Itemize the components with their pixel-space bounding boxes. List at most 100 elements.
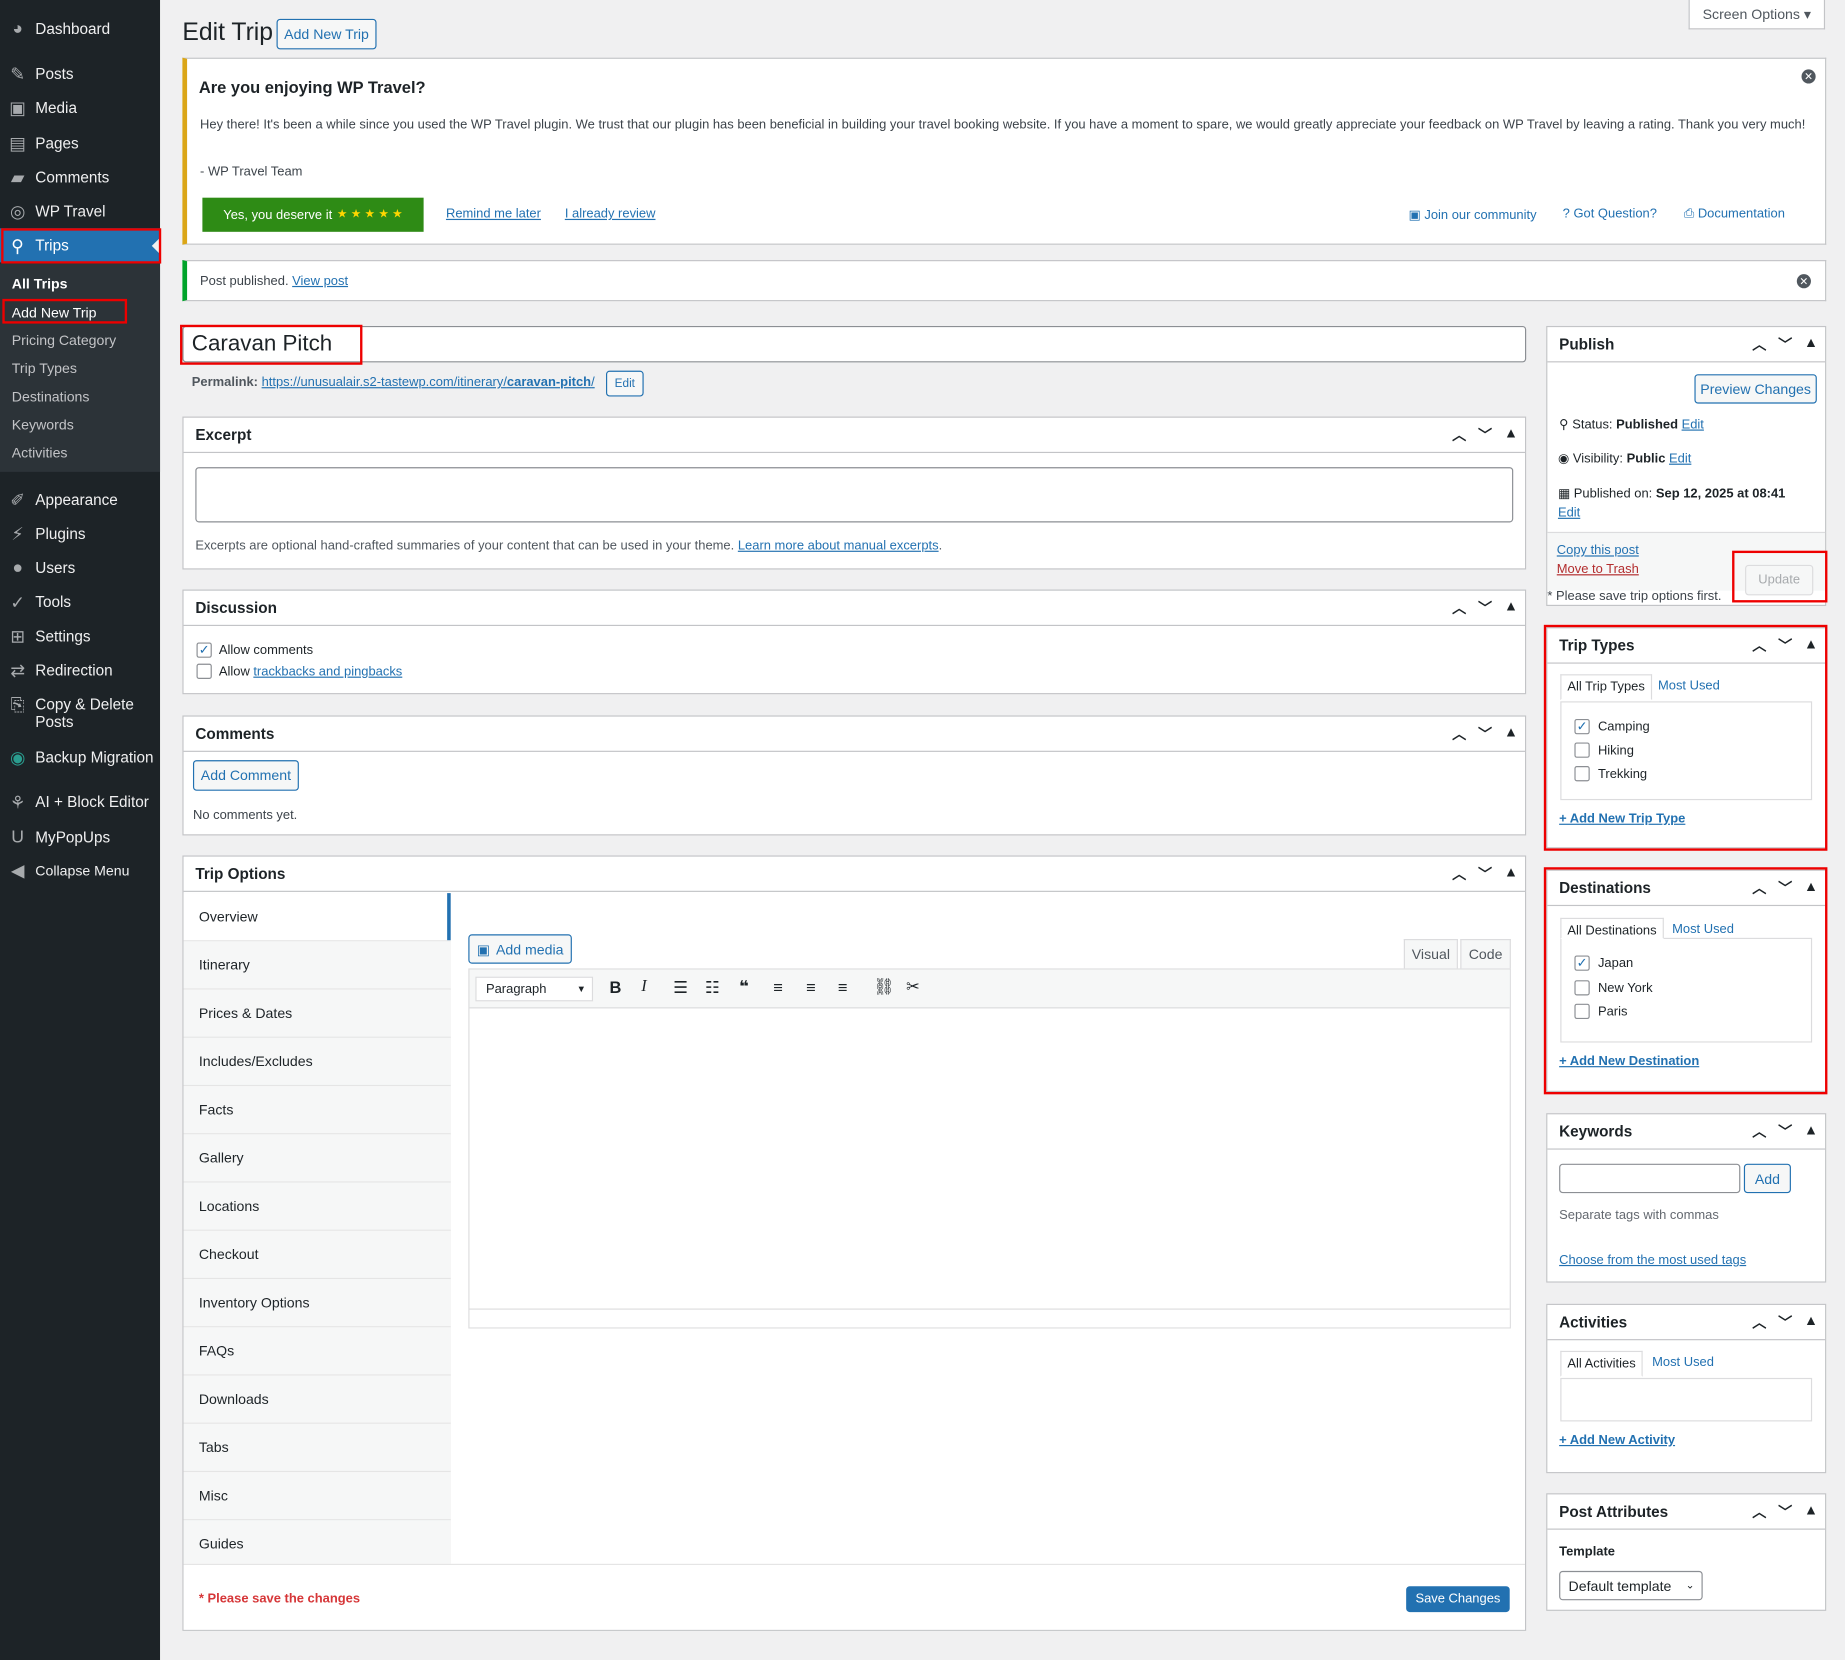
tab-most-used[interactable]: Most Used [1652,1356,1714,1370]
align-left-icon[interactable]: ≡ [773,978,783,997]
italic-icon[interactable]: I [641,978,646,997]
move-up-icon[interactable]: ︿ [1752,334,1766,354]
post-title-input[interactable]: Caravan Pitch [182,325,1527,363]
visual-tab[interactable]: Visual [1403,939,1458,969]
menu-posts[interactable]: ✎ Posts [0,56,160,90]
move-down-icon[interactable]: ﹀ [1778,635,1792,655]
template-select[interactable]: Default template ⌄ [1559,1570,1703,1601]
move-up-icon[interactable]: ︿ [1452,864,1466,884]
menu-appearance[interactable]: ✐ Appearance [0,482,160,516]
tab-tabs[interactable]: Tabs [183,1423,451,1473]
preview-changes-button[interactable]: Preview Changes [1694,374,1817,404]
menu-tools[interactable]: ✓ Tools [0,585,160,619]
tab-most-used[interactable]: Most Used [1672,923,1734,937]
submenu-activities[interactable]: Activities [12,445,68,461]
menu-plugins[interactable]: ⚡ Plugins [0,517,160,551]
add-destination-link[interactable]: + Add New Destination [1559,1054,1699,1068]
trackbacks-link[interactable]: trackbacks and pingbacks [253,664,402,678]
toggle-icon[interactable]: ▲ [1504,864,1518,884]
menu-dashboard[interactable]: ◕ Dashboard [0,12,160,46]
toggle-icon[interactable]: ▲ [1804,1501,1818,1521]
move-down-icon[interactable]: ﹀ [1778,1121,1792,1141]
tab-checkout[interactable]: Checkout [183,1230,451,1280]
tab-prices-dates[interactable]: Prices & Dates [183,989,451,1038]
screen-options-button[interactable]: Screen Options ▾ [1688,0,1826,30]
dismiss-icon[interactable]: ✕ [1801,69,1816,84]
move-down-icon[interactable]: ﹀ [1478,425,1492,445]
question-link[interactable]: ? Got Question? [1563,207,1657,221]
tab-gallery[interactable]: Gallery [183,1134,451,1183]
tab-faqs[interactable]: FAQs [183,1327,451,1376]
tab-includes-excludes[interactable]: Includes/Excludes [183,1037,451,1087]
view-post-link[interactable]: View post [292,274,348,288]
toggle-icon[interactable]: ▲ [1804,878,1818,898]
menu-backup-migration[interactable]: ◉ Backup Migration [0,740,160,774]
menu-users[interactable]: ● Users [0,551,160,585]
tab-most-used[interactable]: Most Used [1658,679,1720,693]
bullet-list-icon[interactable]: ☰ [673,978,688,998]
toggle-icon[interactable]: ▲ [1804,334,1818,354]
tab-guides[interactable]: Guides [183,1520,451,1569]
tab-all-destinations[interactable]: All Destinations [1560,917,1664,940]
allow-pingbacks-checkbox[interactable] [196,663,212,679]
menu-media[interactable]: ▣ Media [0,91,160,125]
keywords-input[interactable] [1559,1163,1741,1194]
move-down-icon[interactable]: ﹀ [1778,1501,1792,1521]
already-review-link[interactable]: I already review [565,207,656,221]
menu-redirection[interactable]: ⇄ Redirection [0,653,160,687]
submenu-keywords[interactable]: Keywords [12,417,74,433]
submenu-pricing-category[interactable]: Pricing Category [12,332,116,348]
dismiss-icon[interactable]: ✕ [1796,274,1811,289]
format-select[interactable]: Paragraph ▼ [475,976,594,1002]
submenu-trip-types[interactable]: Trip Types [12,360,77,376]
tab-locations[interactable]: Locations [183,1182,451,1231]
excerpt-learn-more-link[interactable]: Learn more about manual excerpts [738,539,939,553]
add-new-trip-button[interactable]: Add New Trip [276,18,377,50]
menu-copy-delete-posts[interactable]: ⎘ Copy & Delete Posts [0,695,160,735]
allow-comments-checkbox[interactable]: ✓ [196,642,212,658]
move-down-icon[interactable]: ﹀ [1778,334,1792,354]
menu-settings[interactable]: ⊞ Settings [0,619,160,653]
menu-pages[interactable]: ▤ Pages [0,126,160,160]
update-button[interactable]: Update [1745,564,1814,596]
editor-content[interactable] [470,1008,1510,1307]
trekking-checkbox[interactable] [1574,766,1590,782]
edit-visibility-link[interactable]: Edit [1669,452,1691,466]
menu-wp-travel[interactable]: ◎ WP Travel [0,194,160,228]
code-tab[interactable]: Code [1460,939,1511,969]
move-up-icon[interactable]: ︿ [1452,724,1466,744]
toggle-icon[interactable]: ▲ [1504,598,1518,618]
menu-collapse[interactable]: ◀ Collapse Menu [0,853,160,887]
move-up-icon[interactable]: ︿ [1452,598,1466,618]
hiking-checkbox[interactable] [1574,742,1590,758]
permalink-link[interactable]: https://unusualair.s2-tastewp.com/itiner… [262,375,595,389]
move-down-icon[interactable]: ﹀ [1478,724,1492,744]
choose-tags-link[interactable]: Choose from the most used tags [1559,1253,1746,1267]
move-down-icon[interactable]: ﹀ [1778,878,1792,898]
align-center-icon[interactable]: ≡ [806,978,816,997]
menu-comments[interactable]: ▰ Comments [0,160,160,194]
move-down-icon[interactable]: ﹀ [1778,1312,1792,1332]
community-link[interactable]: ▣ Join our community [1409,207,1537,222]
tab-all-activities[interactable]: All Activities [1560,1350,1643,1377]
tab-facts[interactable]: Facts [183,1086,451,1135]
numbered-list-icon[interactable]: ☷ [705,978,720,998]
submenu-destinations[interactable]: Destinations [12,388,90,404]
copy-post-link[interactable]: Copy this post [1557,544,1639,558]
paris-checkbox[interactable] [1574,1003,1590,1020]
edit-date-link[interactable]: Edit [1558,506,1580,520]
excerpt-textarea[interactable] [195,467,1514,523]
menu-mypopups[interactable]: U MyPopUps [0,820,160,854]
toggle-icon[interactable]: ▲ [1804,1121,1818,1141]
tab-inventory-options[interactable]: Inventory Options [183,1279,451,1328]
move-up-icon[interactable]: ︿ [1752,1312,1766,1332]
tab-itinerary[interactable]: Itinerary [183,941,451,990]
toggle-icon[interactable]: ▲ [1804,635,1818,655]
save-changes-button[interactable]: Save Changes [1406,1586,1510,1613]
link-icon[interactable]: ⛓ [873,977,894,997]
move-to-trash-link[interactable]: Move to Trash [1557,562,1639,576]
add-trip-type-link[interactable]: + Add New Trip Type [1559,812,1685,826]
menu-ai-block-editor[interactable]: ⚘ AI + Block Editor [0,785,160,819]
camping-checkbox[interactable]: ✓ [1574,718,1590,735]
move-down-icon[interactable]: ﹀ [1478,598,1492,618]
